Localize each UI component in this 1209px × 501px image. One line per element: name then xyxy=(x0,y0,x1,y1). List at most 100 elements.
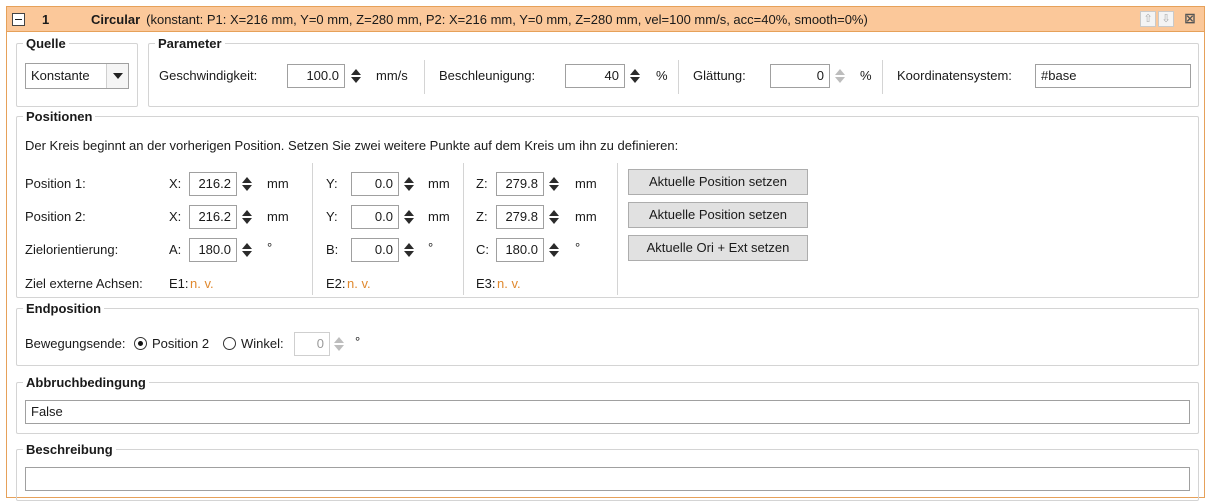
accel-input[interactable]: 40 xyxy=(565,64,625,88)
orientation-b-spinner[interactable] xyxy=(400,238,417,262)
close-icon[interactable]: ⊠ xyxy=(1182,11,1198,27)
orientation-a-spinner[interactable] xyxy=(238,238,255,262)
position-2-z-label: Z: xyxy=(476,209,488,224)
position-2-label: Position 2: xyxy=(25,209,86,224)
smooth-label: Glättung: xyxy=(693,68,746,83)
spin-up-icon[interactable] xyxy=(403,210,414,216)
position-2-x-spinner[interactable] xyxy=(238,205,255,229)
spin-down-icon[interactable] xyxy=(403,185,414,191)
spin-up-icon[interactable] xyxy=(241,243,252,249)
spin-down-icon[interactable] xyxy=(834,77,845,83)
separator xyxy=(882,60,883,94)
orientation-a-label: A: xyxy=(169,242,182,257)
collapse-icon[interactable] xyxy=(12,12,25,26)
spin-up-icon[interactable] xyxy=(629,69,640,75)
spin-up-icon[interactable] xyxy=(333,337,344,343)
motion-end-label: Bewegungsende: xyxy=(25,336,126,351)
spin-down-icon[interactable] xyxy=(333,345,344,351)
positionen-description: Der Kreis beginnt an der vorherigen Posi… xyxy=(25,138,679,153)
spin-up-icon[interactable] xyxy=(241,177,252,183)
spin-up-icon[interactable] xyxy=(403,177,414,183)
spin-down-icon[interactable] xyxy=(241,185,252,191)
position-2-z-unit: mm xyxy=(575,209,597,224)
positionen-title: Positionen xyxy=(23,109,96,124)
radio-angle[interactable] xyxy=(223,337,236,350)
source-dropdown[interactable]: Konstante xyxy=(25,63,129,89)
spin-down-icon[interactable] xyxy=(548,185,559,191)
smooth-input[interactable]: 0 xyxy=(770,64,830,88)
speed-spinner[interactable] xyxy=(347,64,364,88)
position-2-y-input[interactable]: 0.0 xyxy=(351,205,399,229)
parameter-group: Parameter Geschwindigkeit: 100.0 mm/s Be… xyxy=(148,36,1199,107)
orientation-c-unit: ° xyxy=(575,240,581,255)
move-down-icon[interactable]: ⇩ xyxy=(1158,11,1174,27)
position-1-x-input[interactable]: 216.2 xyxy=(189,172,237,196)
orientation-c-spinner[interactable] xyxy=(545,238,562,262)
spin-up-icon[interactable] xyxy=(548,210,559,216)
speed-unit: mm/s xyxy=(376,68,408,83)
spin-up-icon[interactable] xyxy=(350,69,361,75)
spin-down-icon[interactable] xyxy=(548,251,559,257)
radio-angle-label[interactable]: Winkel: xyxy=(241,336,284,352)
spin-down-icon[interactable] xyxy=(350,77,361,83)
spin-down-icon[interactable] xyxy=(403,251,414,257)
set-ori-ext-button[interactable]: Aktuelle Ori + Ext setzen xyxy=(628,235,808,261)
position-1-y-input[interactable]: 0.0 xyxy=(351,172,399,196)
position-2-y-spinner[interactable] xyxy=(400,205,417,229)
position-1-x-unit: mm xyxy=(267,176,289,191)
endposition-title: Endposition xyxy=(23,301,105,316)
separator xyxy=(617,163,618,295)
spin-up-icon[interactable] xyxy=(241,210,252,216)
abbruch-title: Abbruchbedingung xyxy=(23,375,149,390)
angle-spinner[interactable] xyxy=(330,332,347,356)
position-1-z-label: Z: xyxy=(476,176,488,191)
beschreibung-title: Beschreibung xyxy=(23,442,116,457)
command-index: 1 xyxy=(42,11,50,27)
command-title: Circular xyxy=(91,11,141,27)
coord-system-input[interactable]: #base xyxy=(1035,64,1191,88)
abort-condition-input[interactable]: False xyxy=(25,400,1190,424)
set-position-2-button[interactable]: Aktuelle Position setzen xyxy=(628,202,808,228)
abbruch-group: Abbruchbedingung False xyxy=(16,375,1199,434)
spin-down-icon[interactable] xyxy=(629,77,640,83)
speed-label: Geschwindigkeit: xyxy=(159,68,258,83)
position-2-z-input[interactable]: 279.8 xyxy=(496,205,544,229)
command-header[interactable]: 1 Circular (konstant: P1: X=216 mm, Y=0 … xyxy=(7,7,1204,32)
radio-position-2-label[interactable]: Position 2 xyxy=(152,336,209,352)
orientation-c-label: C: xyxy=(476,242,489,257)
orientation-a-input[interactable]: 180.0 xyxy=(189,238,237,262)
accel-spinner[interactable] xyxy=(626,64,643,88)
external-axes-label: Ziel externe Achsen: xyxy=(25,276,143,291)
speed-input[interactable]: 100.0 xyxy=(287,64,345,88)
position-1-z-input[interactable]: 279.8 xyxy=(496,172,544,196)
orientation-c-input[interactable]: 180.0 xyxy=(496,238,544,262)
position-1-x-spinner[interactable] xyxy=(238,172,255,196)
quelle-group: Quelle Konstante xyxy=(16,36,138,107)
accel-label: Beschleunigung: xyxy=(439,68,536,83)
spin-up-icon[interactable] xyxy=(548,177,559,183)
spin-up-icon[interactable] xyxy=(548,243,559,249)
orientation-b-input[interactable]: 0.0 xyxy=(351,238,399,262)
spin-up-icon[interactable] xyxy=(403,243,414,249)
position-1-label: Position 1: xyxy=(25,176,86,191)
set-position-1-button[interactable]: Aktuelle Position setzen xyxy=(628,169,808,195)
radio-position-2[interactable] xyxy=(134,337,147,350)
description-input[interactable] xyxy=(25,467,1190,491)
spin-down-icon[interactable] xyxy=(403,218,414,224)
move-up-icon[interactable]: ⇧ xyxy=(1140,11,1156,27)
smooth-spinner[interactable] xyxy=(831,64,848,88)
position-2-x-unit: mm xyxy=(267,209,289,224)
position-2-x-input[interactable]: 216.2 xyxy=(189,205,237,229)
spin-down-icon[interactable] xyxy=(241,218,252,224)
separator xyxy=(312,163,313,295)
chevron-down-icon[interactable] xyxy=(106,64,128,88)
position-2-x-label: X: xyxy=(169,209,182,224)
angle-input[interactable]: 0 xyxy=(294,332,330,356)
position-1-y-spinner[interactable] xyxy=(400,172,417,196)
orientation-label: Zielorientierung: xyxy=(25,242,119,257)
spin-up-icon[interactable] xyxy=(834,69,845,75)
position-1-z-spinner[interactable] xyxy=(545,172,562,196)
spin-down-icon[interactable] xyxy=(241,251,252,257)
position-2-z-spinner[interactable] xyxy=(545,205,562,229)
spin-down-icon[interactable] xyxy=(548,218,559,224)
